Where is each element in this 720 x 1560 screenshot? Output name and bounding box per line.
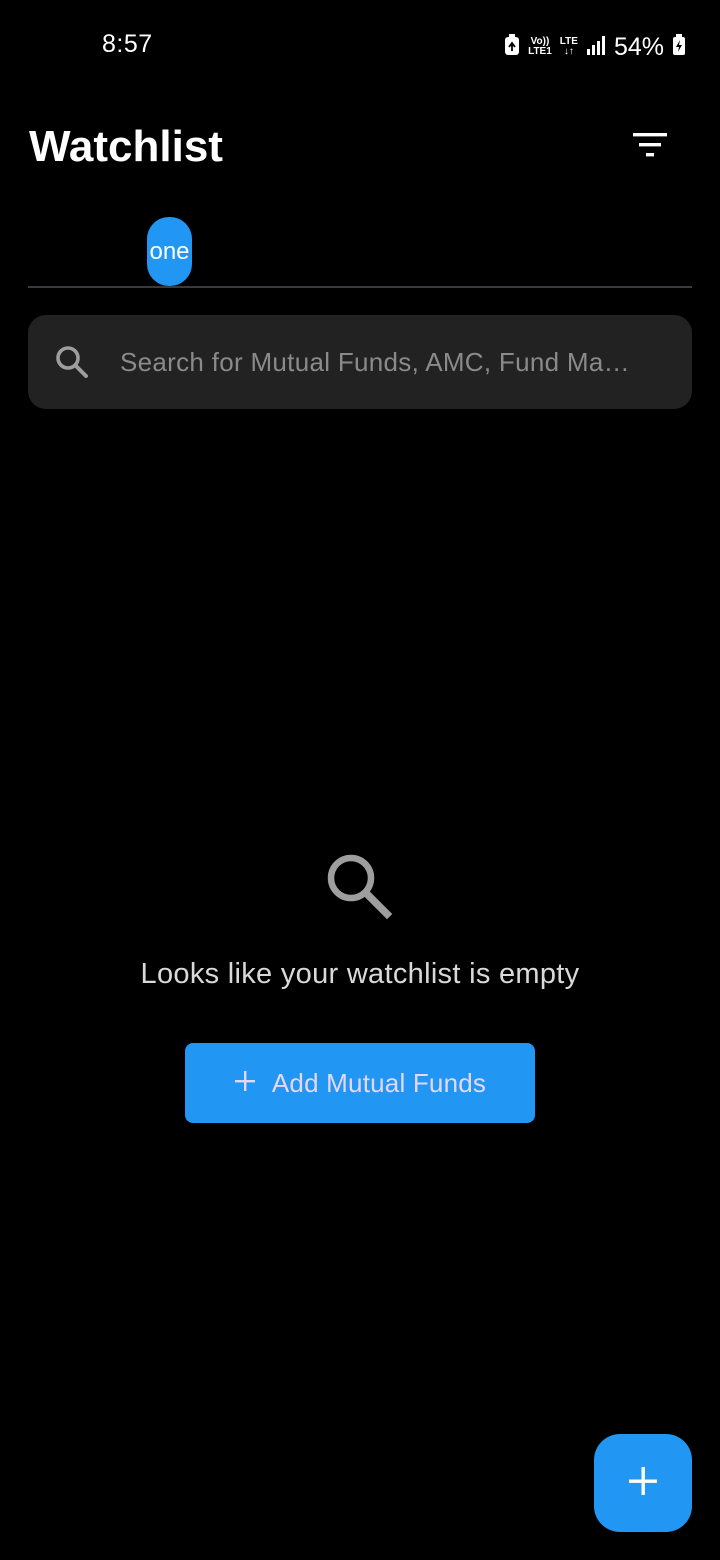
battery-saver-icon bbox=[504, 33, 520, 61]
volte-indicator: Vo)) LTE1 bbox=[528, 36, 552, 57]
plus-icon bbox=[234, 1070, 256, 1097]
add-fab-button[interactable] bbox=[594, 1434, 692, 1532]
status-time: 8:57 bbox=[102, 30, 153, 58]
status-bar: 8:57 Vo)) LTE1 LTE ↓↑ 54% bbox=[0, 0, 720, 92]
search-input[interactable] bbox=[120, 346, 660, 378]
plus-icon bbox=[629, 1466, 657, 1500]
signal-icon bbox=[586, 35, 606, 60]
page-title: Watchlist bbox=[29, 122, 223, 171]
battery-percent: 54% bbox=[613, 32, 664, 61]
lte-indicator: LTE ↓↑ bbox=[559, 36, 578, 57]
filter-icon bbox=[633, 132, 667, 163]
watchlist-screen: 8:57 Vo)) LTE1 LTE ↓↑ 54% Watchlist one … bbox=[0, 0, 720, 1560]
battery-charging-icon bbox=[672, 33, 686, 61]
empty-search-icon bbox=[325, 852, 395, 922]
status-icons: Vo)) LTE1 LTE ↓↑ 54% bbox=[504, 30, 686, 64]
filter-button[interactable] bbox=[620, 122, 680, 172]
empty-state-message: Looks like your watchlist is empty bbox=[140, 958, 580, 990]
tab-bar: one bbox=[28, 216, 692, 288]
search-icon bbox=[50, 340, 94, 384]
add-mutual-funds-button[interactable]: Add Mutual Funds bbox=[185, 1043, 535, 1123]
add-mutual-funds-label: Add Mutual Funds bbox=[271, 1067, 487, 1098]
tab-one[interactable]: one bbox=[147, 217, 192, 286]
search-bar[interactable] bbox=[28, 315, 692, 409]
